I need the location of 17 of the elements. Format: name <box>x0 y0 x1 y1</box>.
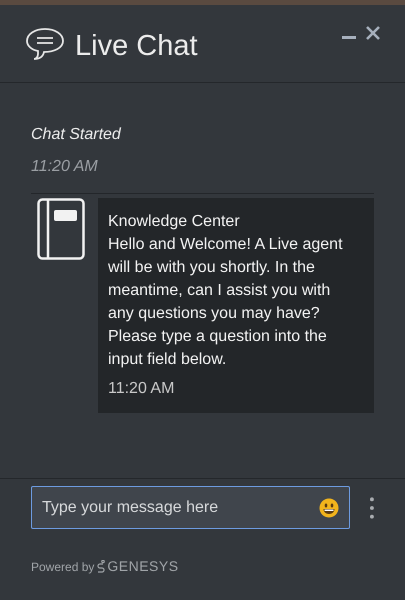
close-icon[interactable] <box>366 26 380 40</box>
brand-name: GENESYS <box>107 557 179 576</box>
chat-started-time: 11:20 AM <box>31 157 99 177</box>
message-text: Hello and Welcome! A Live agent will be with you shortly. In the meantime, can I assist you with any questions you may have? Please type a question into the input field below. <box>108 235 344 370</box>
message-time: 11:20 AM <box>108 379 176 399</box>
powered-by-text: Powered by <box>31 558 94 576</box>
message-field[interactable]: Type your message here <box>31 486 350 529</box>
more-options-icon[interactable] <box>370 496 374 518</box>
chat-bubble-icon <box>25 27 65 61</box>
smiley-icon[interactable] <box>319 498 340 518</box>
sender-name: Knowledge Center <box>108 212 241 232</box>
genesys-logo-icon <box>97 560 106 573</box>
book-icon <box>37 198 85 260</box>
window-title: Live Chat <box>75 29 198 64</box>
minimize-icon[interactable] <box>342 36 356 40</box>
message-input[interactable]: Type your message here <box>42 496 320 520</box>
chat-started-label: Chat Started <box>31 125 122 145</box>
